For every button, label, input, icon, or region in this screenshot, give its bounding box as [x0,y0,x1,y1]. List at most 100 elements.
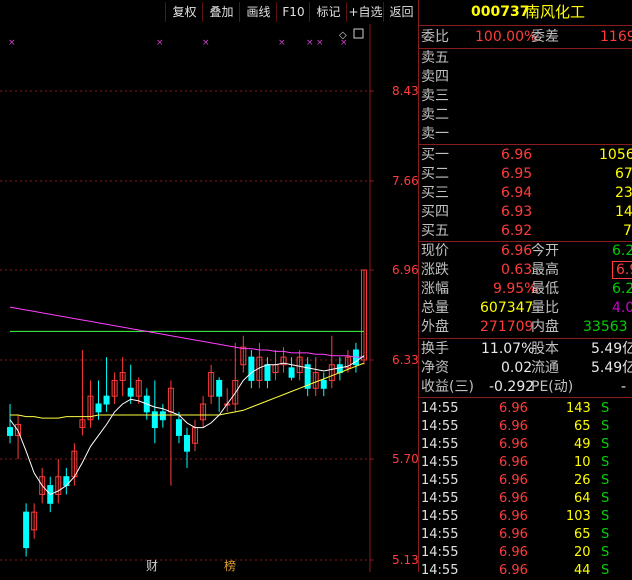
buy-level-price: 6.92 [501,223,533,239]
tick-price: 6.96 [499,545,528,560]
tick-time: 14:55 [421,437,459,452]
tick-side: S [601,401,610,416]
tick-row: 14:55 6.96 26 S [419,472,632,490]
tick-volume: 65 [574,527,591,542]
candle-body [184,434,190,452]
draw-line-button[interactable]: 画线 [239,2,277,22]
tick-side: S [601,527,610,542]
quote-value: 607347 [480,300,534,316]
tick-row: 14:55 6.96 44 S [419,562,632,580]
quote-value-2: 4.0 [612,300,632,316]
quote-label: 涨跌 [421,262,449,278]
quote-row: 涨跌 0.63最高 6.9 [419,261,632,280]
sell-level-row: 卖二 [419,106,632,125]
tick-row: 14:55 6.96 64 S [419,490,632,508]
buy-level-row: 买五 6.92 7 [419,222,632,241]
price-tick-label: 5.13 [392,553,418,567]
tick-row: 14:55 6.96 49 S [419,436,632,454]
tick-side: S [601,491,610,506]
tick-time: 14:55 [421,473,459,488]
sell-level-row: 卖一 [419,125,632,144]
overlay-button[interactable]: 叠加 [202,2,240,22]
buy-level-row: 买三 6.94 23 [419,184,632,203]
quote-row: 现价 6.96 今开 6.2 [419,242,632,261]
buy-level-label: 买四 [421,204,449,220]
candle-body [7,427,14,436]
quote-label-2: 今开 [531,243,559,259]
weibi-value: 100.00% [475,29,538,45]
candle-body [103,395,110,405]
sell-level-row: 卖三 [419,87,632,106]
tick-row: 14:55 6.96 10 S [419,454,632,472]
tick-price: 6.96 [499,401,528,416]
f10-button[interactable]: F10 [276,2,310,22]
buy-level-volume: 1056 [599,147,632,163]
tick-volume: 65 [574,419,591,434]
stat-value: -0.292 [489,379,535,395]
buy-level-volume: 67 [615,166,632,182]
quote-value-2: 33563 [583,319,628,335]
tick-time: 14:55 [421,509,459,524]
weicha-label: 委差 [531,29,559,45]
signal-marker: × [278,38,286,48]
candle-body [175,419,182,436]
chart-toolbar: 复权 叠加 画线 F10 标记 +自选 返回 [0,0,418,24]
tick-price: 6.96 [499,455,528,470]
candle-body [216,379,223,397]
back-button[interactable]: 返回 [383,2,419,22]
buy-level-volume: 23 [615,185,632,201]
rank-marker: 榜 [224,558,236,572]
sell-level-row: 卖五 [419,49,632,68]
weibi-label: 委比 [421,29,449,45]
tick-volume: 10 [574,455,591,470]
tick-price: 6.96 [499,509,528,524]
sell-level-label: 卖二 [421,107,449,123]
quote-value: 6.96 [501,243,533,259]
add-watchlist-button[interactable]: +自选 [346,2,384,22]
buy-level-label: 买三 [421,185,449,201]
tick-time: 14:55 [421,527,459,542]
buy-level-volume: 14 [615,204,632,220]
stat-label: 换手 [421,341,449,357]
buy-level-price: 6.95 [501,166,533,182]
quote-label-2: 最低 [531,281,559,297]
buy-level-label: 买二 [421,166,449,182]
signal-marker: × [316,38,324,48]
quote-label: 外盘 [421,319,449,335]
quote-label-2: 最高 [531,262,559,278]
price-tick-label: 7.66 [392,174,418,188]
quote-panel: 000737 南风化工 委比 100.00% 委差 1169 卖五 卖四 卖三 卖二卖… [418,0,632,578]
stat-value-2: 5.49亿 [591,360,632,376]
stock-header: 000737 南风化工 [419,3,632,23]
tick-price: 6.96 [499,563,528,578]
kline-svg[interactable]: 8.437.666.966.335.705.13× × × × × × ×◇财榜 [0,24,418,572]
tick-side: S [601,455,610,470]
restore-rights-button[interactable]: 复权 [165,2,203,22]
price-tick-label: 6.33 [392,353,418,367]
stat-label: 收益(三) [421,379,474,395]
price-tick-label: 5.70 [392,452,418,466]
stock-name: 南风化工 [525,3,586,21]
quote-row: 外盘 271709 内盘 33563 [419,318,632,337]
quote-row: 涨幅 9.95% 最低 6.2 [419,280,632,299]
buy-level-row: 买二 6.95 67 [419,165,632,184]
signal-marker: × [306,38,314,48]
stock-code: 000737 [471,4,530,20]
stat-row: 收益(三) -0.292 PE(动) - [419,378,632,397]
tick-volume: 143 [566,401,591,416]
buy-level-row: 买一 6.96 1056 [419,146,632,165]
sell-level-label: 卖五 [421,50,449,66]
tick-time: 14:55 [421,419,459,434]
tick-time: 14:55 [421,401,459,416]
buy-level-row: 买四 6.93 14 [419,203,632,222]
ma-yellow-line [10,362,365,419]
stat-row: 换手 11.07% 股本 5.49亿 [419,340,632,359]
stat-value: 0.02 [501,360,533,376]
tick-volume: 26 [574,473,591,488]
sell-level-row: 卖四 [419,68,632,87]
tick-row: 14:55 6.96 103 S [419,508,632,526]
kline-chart[interactable]: 8.43 7.66 6.96 6.33 5.70 5.13 × × × × × × × ◇ 财榜 [0,24,418,572]
stat-label: 净资 [421,360,449,376]
mark-button[interactable]: 标记 [309,2,347,22]
window-icon [353,28,364,39]
